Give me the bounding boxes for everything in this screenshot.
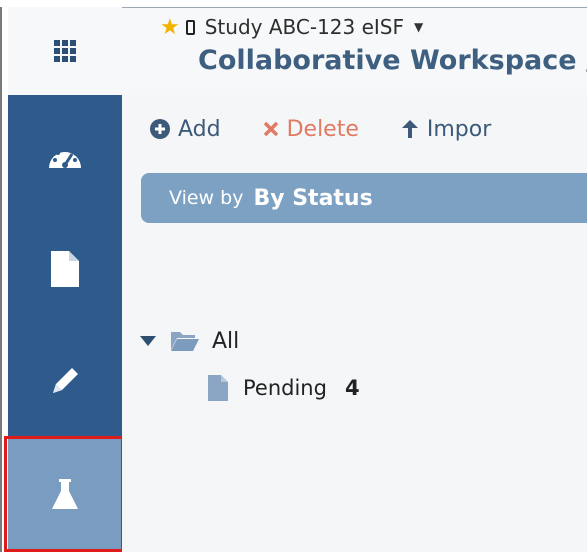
- sidebar-item-documents[interactable]: [8, 212, 122, 326]
- view-by-label: View by: [169, 187, 244, 209]
- mobile-icon: [185, 19, 195, 35]
- sidebar-item-dashboard[interactable]: [8, 100, 122, 214]
- caret-down-icon[interactable]: [140, 336, 156, 346]
- grid-icon: [54, 40, 76, 62]
- import-button[interactable]: Impor: [401, 117, 491, 142]
- file-icon: [207, 374, 229, 402]
- selection-highlight: [4, 436, 124, 552]
- tree-label-pending: Pending: [243, 376, 327, 400]
- dashboard-icon: [49, 148, 81, 168]
- plus-circle-icon: [150, 119, 170, 139]
- view-by-value: By Status: [253, 185, 373, 211]
- delete-button[interactable]: Delete: [263, 117, 359, 142]
- tree-label-all: All: [212, 328, 240, 354]
- breadcrumb[interactable]: Collaborative Workspace /: [198, 45, 587, 76]
- add-label: Add: [178, 116, 221, 142]
- delete-label: Delete: [286, 116, 359, 142]
- study-selector[interactable]: ★ Study ABC-123 eISF ▼: [160, 11, 423, 43]
- app-launcher-button[interactable]: [8, 7, 122, 95]
- study-title: Study ABC-123 eISF: [204, 15, 405, 39]
- tree-node-pending[interactable]: Pending 4: [207, 373, 360, 403]
- toolbar: Add Delete Impor: [150, 113, 533, 145]
- import-label: Impor: [426, 116, 492, 142]
- folder-open-icon: [170, 330, 200, 352]
- main-content: [122, 95, 587, 552]
- tree-node-all[interactable]: All: [140, 326, 239, 356]
- sidebar-item-edit[interactable]: [8, 324, 122, 438]
- pencil-icon: [53, 368, 78, 393]
- document-icon: [51, 251, 79, 287]
- app-window: ★ Study ABC-123 eISF ▼ Collaborative Wor…: [0, 0, 587, 552]
- star-icon[interactable]: ★: [160, 15, 180, 40]
- add-button[interactable]: Add: [150, 117, 221, 142]
- arrow-up-icon: [401, 119, 419, 139]
- x-icon: [263, 121, 279, 137]
- pending-count: 4: [344, 376, 360, 400]
- caret-down-icon[interactable]: ▼: [414, 20, 423, 34]
- view-by-bar[interactable]: View by By Status: [141, 173, 587, 223]
